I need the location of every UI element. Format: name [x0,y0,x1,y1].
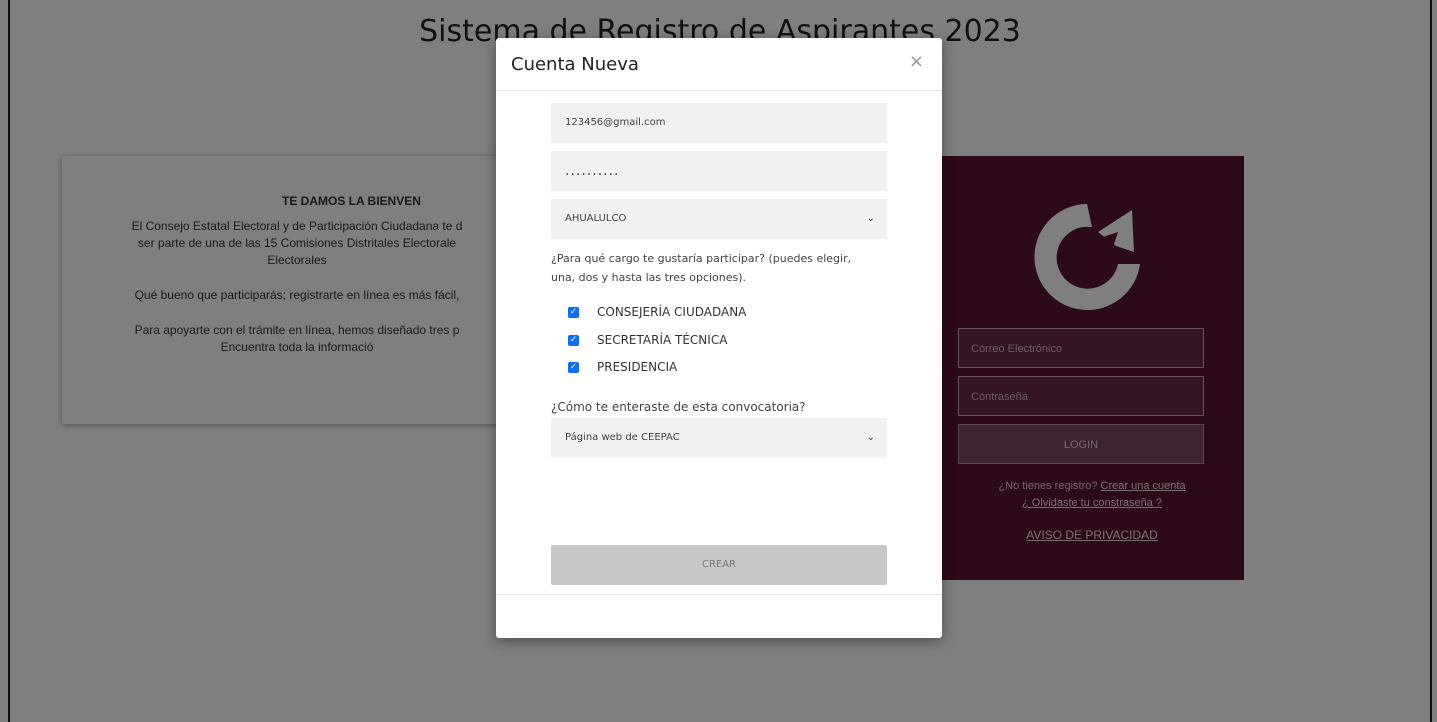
modal-title: Cuenta Nueva [511,54,639,75]
option-label: CONSEJERÍA CIUDADANA [597,305,747,319]
municipality-value: AHUALULCO [565,213,627,224]
option-label: PRESIDENCIA [597,360,678,374]
option-presidencia[interactable]: ✓ PRESIDENCIA [568,358,677,376]
municipality-select[interactable]: AHUALULCO ⌄ [551,199,887,239]
chevron-down-icon: ⌄ [866,432,875,443]
email-field[interactable]: 123456@gmail.com [551,103,887,143]
source-value: Página web de CEEPAC [565,432,680,443]
close-icon[interactable]: × [909,51,924,72]
cargo-question: ¿Para qué cargo te gustaría participar? … [551,252,852,284]
chevron-down-icon: ⌄ [866,213,875,224]
modal-footer-divider [496,594,942,595]
create-button[interactable]: CREAR [551,545,887,585]
source-select[interactable]: Página web de CEEPAC ⌄ [551,418,887,458]
source-question: ¿Cómo te enteraste de esta convocatoria? [551,400,806,414]
modal-header: Cuenta Nueva × [496,38,942,91]
option-consejeria[interactable]: ✓ CONSEJERÍA CIUDADANA [568,303,746,321]
checkbox-checked-icon[interactable]: ✓ [568,362,579,373]
option-secretaria[interactable]: ✓ SECRETARÍA TÉCNICA [568,331,727,349]
checkbox-checked-icon[interactable]: ✓ [568,307,579,318]
password-field[interactable]: .......... [551,151,887,191]
checkbox-checked-icon[interactable]: ✓ [568,335,579,346]
new-account-modal: Cuenta Nueva × 123456@gmail.com ........… [496,38,942,638]
option-label: SECRETARÍA TÉCNICA [597,333,728,347]
